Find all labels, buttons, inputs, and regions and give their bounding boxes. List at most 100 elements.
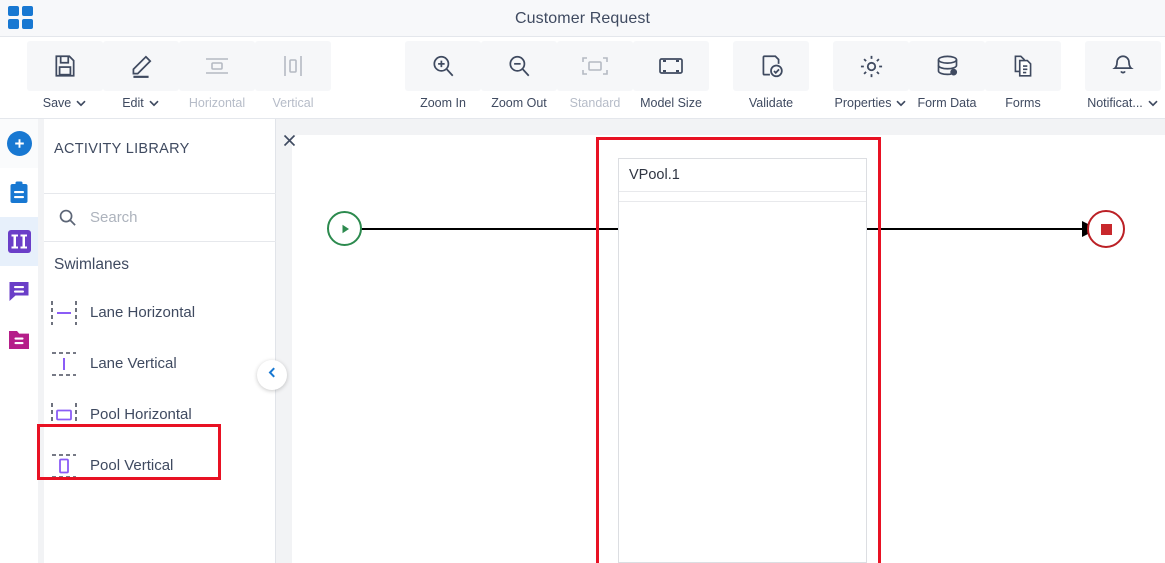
sidebar-item-add-new[interactable] [0, 119, 38, 168]
section-header-swimlanes: Swimlanes [38, 242, 276, 287]
pool-horizontal-icon [38, 400, 90, 430]
toolbar-label: Notificat... [1087, 96, 1159, 110]
panel-title: ACTIVITY LIBRARY [54, 141, 190, 157]
library-item-lane-horizontal[interactable]: Lane Horizontal [38, 287, 276, 338]
gear-icon [833, 41, 909, 91]
title-bar: Customer Request [0, 0, 1165, 37]
panel-collapse-button[interactable] [257, 360, 287, 390]
section-title: Swimlanes [54, 255, 129, 273]
chevron-down-icon[interactable] [895, 97, 907, 109]
validate-check-icon [733, 41, 809, 91]
library-item-list: Lane Horizontal Lane Vertical Pool Horiz… [38, 287, 276, 491]
toolbar-group-file: Save Edit Horizontal Vertical [27, 37, 331, 119]
pencil-edit-icon [103, 41, 179, 91]
toolbar-button-horizontal[interactable]: Horizontal [179, 37, 255, 119]
end-event-square [1100, 223, 1112, 235]
start-event-play-icon[interactable] [327, 211, 362, 246]
library-item-pool-horizontal[interactable]: Pool Horizontal [38, 389, 276, 440]
library-item-lane-vertical[interactable]: Lane Vertical [38, 338, 276, 389]
toolbar-label: Properties [835, 96, 908, 110]
pool-lane-band [619, 192, 866, 202]
library-item-label: Lane Vertical [90, 355, 177, 372]
chevron-left-icon [266, 366, 279, 384]
comments-icon [9, 281, 29, 301]
toolbar-group-notifications: Notificat... [1085, 37, 1161, 119]
vertical-pool-shape[interactable]: VPool.1 [618, 158, 867, 563]
toolbar-text: Form Data [917, 96, 977, 110]
toolbar-label: Model Size [640, 96, 702, 110]
toolbar-text: Zoom Out [491, 96, 547, 110]
toolbar-label: Save [43, 96, 88, 110]
zoom-in-icon [405, 41, 481, 91]
search-row[interactable] [44, 194, 276, 241]
zoom-out-icon [481, 41, 557, 91]
pool-vertical-icon [38, 451, 90, 481]
toolbar-text: Save [42, 96, 72, 110]
toolbar-label: Horizontal [189, 96, 245, 110]
toolbar-button-zoom-out[interactable]: Zoom Out [481, 37, 557, 119]
library-item-pool-vertical[interactable]: Pool Vertical [38, 440, 276, 491]
toolbar-text: Validate [748, 96, 794, 110]
sidebar-item-activity-library[interactable] [0, 217, 38, 266]
toolbar-label: Form Data [917, 96, 976, 110]
search-input[interactable] [90, 209, 240, 226]
toolbar-text: Forms [1005, 96, 1041, 110]
toolbar-button-model-size[interactable]: Model Size [633, 37, 709, 119]
toolbar-text: Model Size [640, 96, 702, 110]
library-item-label: Pool Horizontal [90, 406, 192, 423]
chevron-down-icon[interactable] [75, 97, 87, 109]
vertical-align-icon [255, 41, 331, 91]
toolbar-label: Zoom Out [491, 96, 547, 110]
toolbar-text: Notificat... [1087, 96, 1143, 110]
sidebar-item-documents[interactable] [0, 315, 38, 364]
sidebar-item-comments[interactable] [0, 266, 38, 315]
toolbar-label: Vertical [273, 96, 314, 110]
toolbar-button-edit[interactable]: Edit [103, 37, 179, 119]
pool-label: VPool.1 [619, 159, 866, 192]
toolbar-button-vertical[interactable]: Vertical [255, 37, 331, 119]
toolbar-button-validate[interactable]: Validate [733, 37, 809, 119]
clipboard-icon [10, 181, 28, 203]
add-new-icon [6, 131, 32, 156]
end-event-stop-icon[interactable] [1087, 210, 1125, 248]
save-disk-icon [27, 41, 103, 91]
lane-vertical-icon [38, 349, 90, 379]
toolbar-button-properties[interactable]: Properties [833, 37, 909, 119]
toolbar-text: Standard [569, 96, 621, 110]
toolbar-text: Vertical [272, 96, 314, 110]
toolbar-text: Properties [834, 96, 892, 110]
library-item-label: Pool Vertical [90, 457, 174, 474]
toolbar-text: Edit [122, 96, 144, 110]
sidebar-item-clipboard[interactable] [0, 168, 38, 217]
toolbar-group-zoom: Zoom In Zoom Out Standard Model Size [405, 37, 709, 119]
activity-library-icon [7, 230, 31, 253]
forms-copy-icon [985, 41, 1061, 91]
toolbar-button-form-data[interactable]: Form Data [909, 37, 985, 119]
toolbar-button-save[interactable]: Save [27, 37, 103, 119]
toolbar-text: Zoom In [420, 96, 466, 110]
library-item-label: Lane Horizontal [90, 304, 196, 321]
chevron-down-icon[interactable] [148, 97, 160, 109]
activity-library-panel: ACTIVITY LIBRARY Swimlanes Lane Horizont… [38, 119, 296, 563]
search-icon [44, 208, 90, 227]
toolbar-button-notifications[interactable]: Notificat... [1085, 37, 1161, 119]
close-icon[interactable] [281, 132, 298, 154]
model-size-icon [633, 41, 709, 91]
toolbar-button-zoom-in[interactable]: Zoom In [405, 37, 481, 119]
toolbar-button-standard[interactable]: Standard [557, 37, 633, 119]
page-title: Customer Request [515, 10, 650, 27]
toolbar-group-validate: Validate [733, 37, 809, 119]
left-icon-rail [0, 119, 38, 563]
lane-horizontal-icon [38, 298, 90, 328]
toolbar-label: Edit [122, 96, 160, 110]
diagram-canvas[interactable]: VPool.1 [292, 135, 1165, 563]
toolbar-button-forms[interactable]: Forms [985, 37, 1061, 119]
toolbar: Save Edit Horizontal Vertical Zoom In Zo… [0, 37, 1165, 119]
database-icon [909, 41, 985, 91]
toolbar-label: Standard [570, 96, 621, 110]
toolbar-group-properties: Properties Form Data Forms [833, 37, 1061, 119]
horizontal-align-icon [179, 41, 255, 91]
toolbar-label: Forms [1005, 96, 1040, 110]
chevron-down-icon[interactable] [1147, 97, 1159, 109]
standard-size-icon [557, 41, 633, 91]
